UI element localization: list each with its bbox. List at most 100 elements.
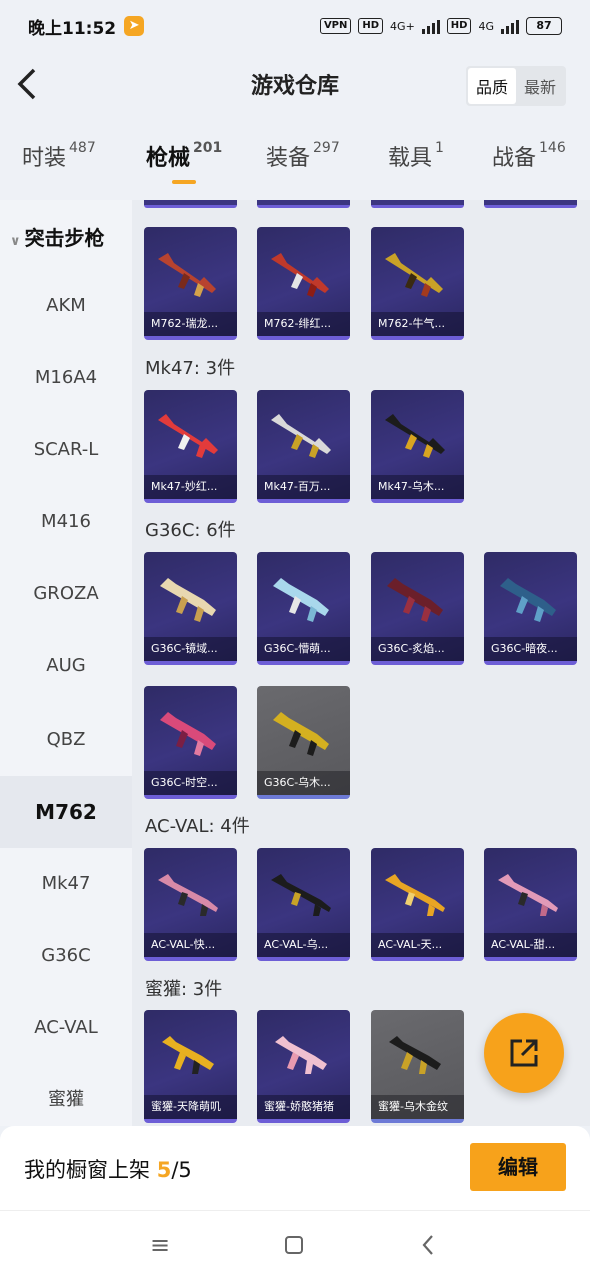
- sidebar-item-scar-l[interactable]: SCAR-L: [0, 414, 132, 486]
- network-label-2: 4G: [478, 19, 494, 33]
- showcase-bar: 我的橱窗上架 5/5 编辑: [0, 1126, 590, 1210]
- weapon-card[interactable]: 蜜獾-娇憨猪猪: [257, 1010, 350, 1123]
- sidebar-item-ac-val[interactable]: AC-VAL: [0, 992, 132, 1064]
- sidebar-item-aug[interactable]: AUG: [0, 630, 132, 702]
- rifle-icon: [385, 414, 445, 458]
- rifle-icon: [160, 712, 216, 756]
- weapon-card[interactable]: Mk47-乌木...: [371, 390, 464, 503]
- weapon-card[interactable]: 蜜獾-天降萌叽: [144, 1010, 237, 1123]
- weapon-grid: M762-瑞龙... M762-绯红... M762-牛气... Mk47: 3…: [132, 200, 590, 1126]
- section-title-honey-badger: 蜜獾: 3件: [145, 979, 223, 1000]
- weapon-card-label: G36C-乌木...: [257, 771, 350, 795]
- rifle-icon: [387, 578, 443, 622]
- status-bar: 晚上11:52 ➤ VPN HD 4G+ HD 4G 87: [0, 0, 590, 52]
- rifle-icon: [273, 578, 329, 622]
- sort-by-quality-button[interactable]: 品质: [467, 68, 516, 104]
- tab-equipment[interactable]: 装备 297: [266, 140, 340, 172]
- weapon-card[interactable]: AC-VAL-快...: [144, 848, 237, 961]
- showcase-current-count: 5: [156, 1158, 172, 1182]
- hd-badge-1: HD: [358, 18, 384, 34]
- menu-icon[interactable]: ≡: [150, 1231, 170, 1259]
- back-icon[interactable]: [420, 1231, 436, 1263]
- card-stub: [257, 200, 350, 208]
- weapon-card[interactable]: G36C-暗夜...: [484, 552, 577, 665]
- network-label-1: 4G+: [390, 19, 415, 33]
- battery-indicator: 87: [526, 17, 562, 35]
- weapon-sidebar: ∨ 突击步枪 AKM M16A4 SCAR-L M416 GROZA AUG QB…: [0, 200, 132, 1126]
- sidebar-item-m16a4[interactable]: M16A4: [0, 342, 132, 414]
- tab-count: 1: [435, 140, 444, 156]
- rifle-icon: [271, 874, 331, 916]
- hd-badge-2: HD: [446, 18, 472, 34]
- tab-count: 487: [69, 140, 96, 156]
- weapon-card[interactable]: Mk47-妙红...: [144, 390, 237, 503]
- sidebar-item-honey-badger[interactable]: 蜜獾: [0, 1064, 132, 1126]
- back-arrow-icon[interactable]: [14, 66, 44, 102]
- tab-supplies[interactable]: 战备 146: [492, 140, 566, 172]
- rifle-icon: [271, 253, 329, 297]
- sidebar-item-qbz[interactable]: QBZ: [0, 704, 132, 776]
- sort-toggle: 品质 最新: [465, 66, 566, 106]
- card-stub: [484, 200, 577, 208]
- sidebar-item-g36c[interactable]: G36C: [0, 920, 132, 992]
- rifle-icon: [158, 414, 218, 458]
- weapon-card[interactable]: M762-牛气...: [371, 227, 464, 340]
- weapon-card[interactable]: AC-VAL-天...: [371, 848, 464, 961]
- share-icon: [510, 1039, 538, 1067]
- weapon-card[interactable]: AC-VAL-甜...: [484, 848, 577, 961]
- sidebar-item-groza[interactable]: GROZA: [0, 558, 132, 630]
- weapon-card[interactable]: M762-绯红...: [257, 227, 350, 340]
- weapon-card-label: M762-牛气...: [371, 312, 464, 336]
- weapon-card[interactable]: G36C-懵萌...: [257, 552, 350, 665]
- sidebar-item-akm[interactable]: AKM: [0, 270, 132, 342]
- weapon-card[interactable]: G36C-炙焰...: [371, 552, 464, 665]
- signal-icon-1: [421, 18, 440, 34]
- sidebar-item-m762[interactable]: M762: [0, 776, 132, 848]
- card-stub: [144, 200, 237, 208]
- section-title-ac-val: AC-VAL: 4件: [145, 816, 250, 837]
- tab-label: 载具: [388, 146, 433, 171]
- system-nav-bar: ≡: [0, 1210, 590, 1280]
- weapon-card-label: Mk47-乌木...: [371, 475, 464, 499]
- rifle-icon: [160, 578, 216, 622]
- tab-label: 枪械: [146, 146, 191, 171]
- rifle-icon: [162, 1036, 214, 1074]
- page-header: 游戏仓库 品质 最新: [0, 52, 590, 116]
- sidebar-group-label: 突击步枪: [24, 226, 105, 250]
- rifle-icon: [385, 874, 445, 916]
- tab-guns[interactable]: 枪械 201: [146, 140, 222, 184]
- sidebar-item-mk47[interactable]: Mk47: [0, 848, 132, 920]
- weapon-card-label: Mk47-妙红...: [144, 475, 237, 499]
- edit-button[interactable]: 编辑: [470, 1143, 566, 1191]
- rifle-icon: [385, 253, 443, 297]
- weapon-card[interactable]: AC-VAL-乌...: [257, 848, 350, 961]
- tab-label: 时装: [22, 146, 67, 171]
- sort-by-latest-button[interactable]: 最新: [516, 68, 564, 104]
- weapon-card[interactable]: Mk47-百万...: [257, 390, 350, 503]
- weapon-card-label: G36C-暗夜...: [484, 637, 577, 661]
- weapon-card-label: AC-VAL-快...: [144, 933, 237, 957]
- weapon-card-label: G36C-镜域...: [144, 637, 237, 661]
- category-tabs: 时装 487 枪械 201 装备 297 载具 1 战备 146: [0, 140, 590, 190]
- sidebar-group-assault-rifles[interactable]: ∨ 突击步枪: [10, 222, 105, 251]
- tab-label: 战备: [492, 146, 537, 171]
- weapon-card[interactable]: M762-瑞龙...: [144, 227, 237, 340]
- weapon-card[interactable]: G36C-乌木...: [257, 686, 350, 799]
- weapon-card-label: 蜜獾-娇憨猪猪: [257, 1095, 350, 1119]
- home-icon[interactable]: [284, 1231, 304, 1261]
- rifle-icon: [158, 253, 216, 297]
- showcase-label: 我的橱窗上架: [24, 1158, 150, 1182]
- share-button[interactable]: [484, 1013, 564, 1093]
- weapon-card-label: M762-绯红...: [257, 312, 350, 336]
- sidebar-item-m416[interactable]: M416: [0, 486, 132, 558]
- tab-vehicles[interactable]: 载具 1: [388, 140, 444, 172]
- weapon-card[interactable]: G36C-时空...: [144, 686, 237, 799]
- tab-fashion[interactable]: 时装 487: [22, 140, 96, 172]
- weapon-card-label: G36C-时空...: [144, 771, 237, 795]
- weapon-card[interactable]: 蜜獾-乌木金纹: [371, 1010, 464, 1123]
- weapon-card-label: Mk47-百万...: [257, 475, 350, 499]
- weapon-card[interactable]: G36C-镜域...: [144, 552, 237, 665]
- rifle-icon: [271, 414, 331, 458]
- showcase-status: 我的橱窗上架 5/5: [24, 1154, 192, 1184]
- status-time: 晚上11:52: [28, 18, 117, 39]
